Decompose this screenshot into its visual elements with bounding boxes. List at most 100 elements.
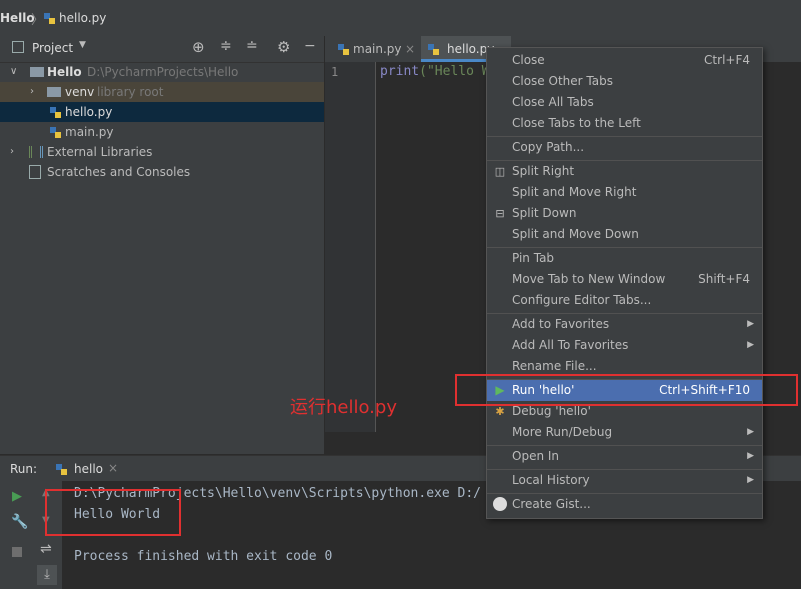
scroll-to-end-icon[interactable]: ⤓ <box>37 565 57 585</box>
menu-label: Split Down <box>512 206 577 220</box>
code-line[interactable]: print("Hello W <box>380 64 490 79</box>
tree-row-main[interactable]: main.py <box>0 122 324 142</box>
library-icon <box>29 146 43 158</box>
submenu-arrow-icon: ▶ <box>747 451 754 461</box>
menu-item-configure-tabs[interactable]: Configure Editor Tabs... <box>487 290 762 311</box>
python-file-icon <box>44 13 55 24</box>
scratch-icon <box>29 165 41 179</box>
python-file-icon <box>50 107 61 118</box>
console-line-exit: Process finished with exit code 0 <box>74 549 333 564</box>
python-file-icon <box>428 44 439 55</box>
line-number: 1 <box>331 65 339 79</box>
tree-row-hello[interactable]: hello.py <box>0 102 324 122</box>
python-file-icon <box>56 464 67 475</box>
project-view-icon <box>12 41 24 53</box>
github-icon <box>493 497 507 511</box>
menu-label: Split and Move Down <box>512 227 639 241</box>
breadcrumb-project[interactable]: Hello <box>0 11 35 25</box>
menu-label: Create Gist... <box>512 497 591 511</box>
tree-root-path: D:\PycharmProjects\Hello <box>87 65 239 79</box>
chevron-down-icon[interactable]: ∨ <box>10 62 17 82</box>
tree-row-root[interactable]: ∨ Hello D:\PycharmProjects\Hello <box>0 62 324 82</box>
breadcrumb: Hello 〉 hello.py <box>0 0 801 37</box>
menu-label: Configure Editor Tabs... <box>512 293 652 307</box>
menu-item-close-left[interactable]: Close Tabs to the Left <box>487 113 762 134</box>
close-icon[interactable]: × <box>108 461 118 475</box>
project-view-title[interactable]: Project <box>32 41 73 55</box>
tree-venv-name: venv <box>65 85 95 99</box>
menu-item-close[interactable]: Close Ctrl+F4 <box>487 50 762 71</box>
run-tab[interactable]: hello <box>74 462 103 476</box>
annotation-label: 运行hello.py <box>290 397 397 418</box>
menu-label: Close <box>512 53 545 67</box>
menu-label: Local History <box>512 473 590 487</box>
menu-item-create-gist[interactable]: Create Gist... <box>487 494 762 515</box>
menu-shortcut: Ctrl+F4 <box>704 53 750 67</box>
breadcrumb-file[interactable]: hello.py <box>59 11 106 25</box>
menu-item-add-favorites[interactable]: Add to Favorites ▶ <box>487 314 762 335</box>
menu-label: Split and Move Right <box>512 185 637 199</box>
run-toolbar: ▶ 🔧 <box>0 481 35 589</box>
editor-gutter: 1 <box>325 62 376 432</box>
menu-item-split-down[interactable]: ⊟ Split Down <box>487 203 762 224</box>
submenu-arrow-icon: ▶ <box>747 475 754 485</box>
menu-item-pin-tab[interactable]: Pin Tab <box>487 248 762 269</box>
menu-item-copy-path[interactable]: Copy Path... <box>487 137 762 158</box>
split-vertical-icon: ◫ <box>494 165 506 178</box>
tree-root-name: Hello <box>47 65 82 79</box>
tab-label: main.py <box>353 42 402 56</box>
split-horizontal-icon: ⊟ <box>495 207 505 220</box>
menu-item-split-move-right[interactable]: Split and Move Right <box>487 182 762 203</box>
tab-context-menu: Close Ctrl+F4 Close Other Tabs Close All … <box>486 47 763 519</box>
tree-row-scratches[interactable]: Scratches and Consoles <box>0 162 324 182</box>
python-file-icon <box>50 127 61 138</box>
menu-item-close-all[interactable]: Close All Tabs <box>487 92 762 113</box>
annotation-box-output <box>45 489 181 536</box>
tree-row-venv[interactable]: › venv library root <box>0 82 324 102</box>
collapse-all-icon[interactable]: ≐ <box>246 38 258 54</box>
menu-label: Copy Path... <box>512 140 585 154</box>
menu-label: Open In <box>512 449 560 463</box>
menu-item-split-move-down[interactable]: Split and Move Down <box>487 224 762 245</box>
menu-label: Pin Tab <box>512 251 555 265</box>
tree-row-external[interactable]: › External Libraries <box>0 142 324 162</box>
menu-label: Close All Tabs <box>512 95 594 109</box>
menu-item-close-other[interactable]: Close Other Tabs <box>487 71 762 92</box>
project-toolbar: Project ▼ ⊕ ≑ ≐ ⚙ − <box>0 36 324 63</box>
menu-shortcut: Shift+F4 <box>698 272 750 286</box>
menu-item-open-in[interactable]: Open In ▶ <box>487 446 762 467</box>
folder-icon <box>47 87 61 97</box>
chevron-right-icon[interactable]: › <box>30 82 34 102</box>
menu-item-more-run[interactable]: More Run/Debug ▶ <box>487 422 762 443</box>
menu-item-add-all-favorites[interactable]: Add All To Favorites ▶ <box>487 335 762 356</box>
submenu-arrow-icon: ▶ <box>747 340 754 350</box>
soft-wrap-icon[interactable]: ⇌ <box>40 541 52 557</box>
menu-label: Close Other Tabs <box>512 74 613 88</box>
annotation-box-run <box>455 374 798 406</box>
gear-icon[interactable]: ⚙ <box>277 38 290 56</box>
expand-all-icon[interactable]: ≑ <box>220 38 232 54</box>
chevron-right-icon[interactable]: › <box>10 142 14 162</box>
folder-icon <box>30 67 44 77</box>
menu-label: Add to Favorites <box>512 317 610 331</box>
submenu-arrow-icon: ▶ <box>747 427 754 437</box>
menu-label: Split Right <box>512 164 575 178</box>
menu-item-local-history[interactable]: Local History ▶ <box>487 470 762 491</box>
menu-label: Close Tabs to the Left <box>512 116 641 130</box>
hide-panel-icon[interactable]: − <box>304 38 316 54</box>
wrench-icon[interactable]: 🔧 <box>11 514 28 530</box>
menu-item-move-tab[interactable]: Move Tab to New Window Shift+F4 <box>487 269 762 290</box>
tree-scratches: Scratches and Consoles <box>47 165 191 179</box>
chevron-down-icon[interactable]: ▼ <box>79 40 86 50</box>
tree-external-libs: External Libraries <box>47 145 153 159</box>
run-label: Run: <box>10 462 38 476</box>
stop-icon[interactable] <box>12 547 22 557</box>
menu-item-split-right[interactable]: ◫ Split Right <box>487 161 762 182</box>
menu-label: Move Tab to New Window <box>512 272 666 286</box>
rerun-icon[interactable]: ▶ <box>12 489 22 504</box>
close-icon[interactable]: × <box>405 36 415 62</box>
locate-icon[interactable]: ⊕ <box>192 38 205 56</box>
code-string: ("Hello W <box>419 64 490 79</box>
tab-main[interactable]: main.py × <box>335 36 425 62</box>
submenu-arrow-icon: ▶ <box>747 319 754 329</box>
